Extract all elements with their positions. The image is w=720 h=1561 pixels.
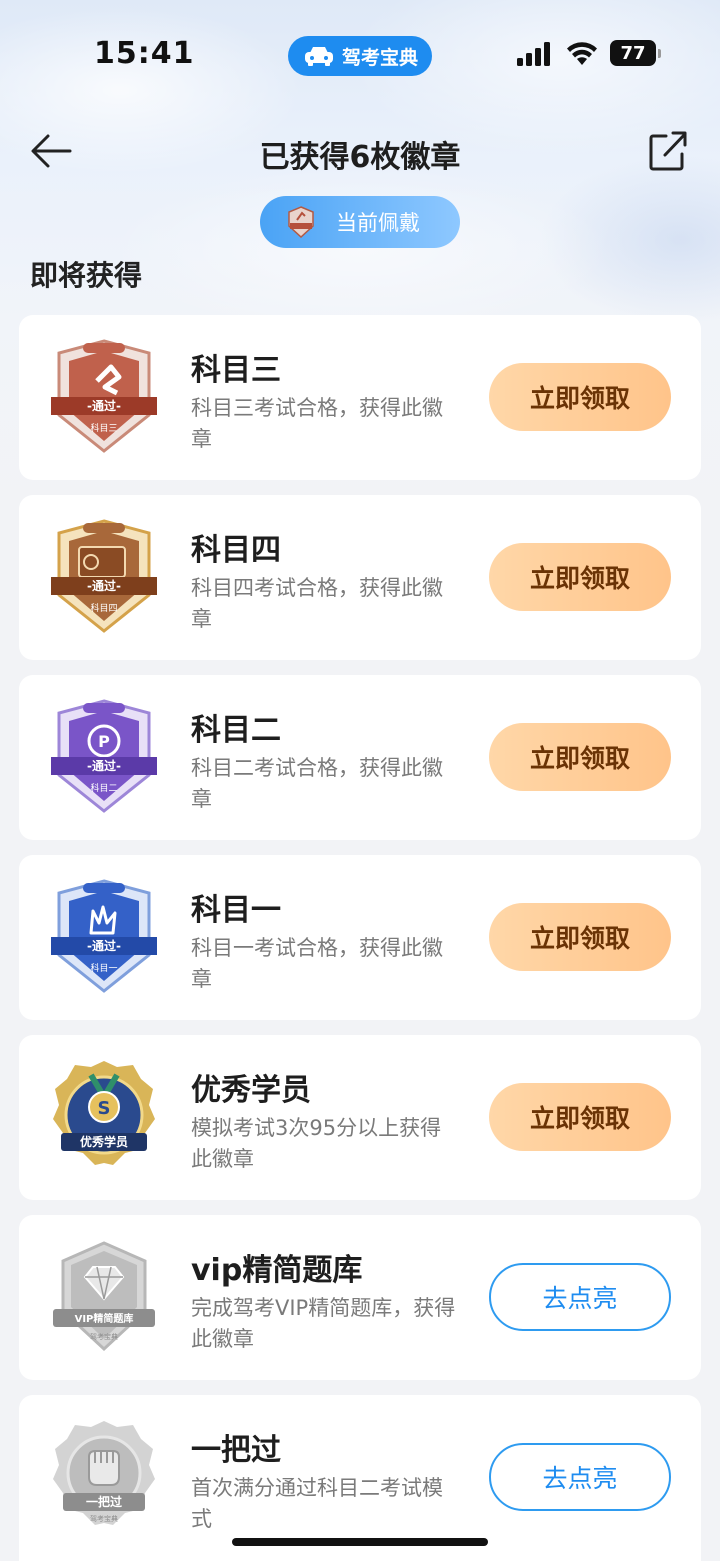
- badge-description: 科目四考试合格，获得此徽章: [191, 576, 443, 631]
- svg-text:驾考宝典: 驾考宝典: [90, 1332, 118, 1341]
- battery-icon: 77: [610, 40, 661, 66]
- status-time: 15:41: [94, 36, 195, 71]
- badge-card-excellent-student: S 优秀学员 优秀学员 模拟考试3次95分以上获得此徽章 立即领取: [19, 1035, 701, 1200]
- subject-four-badge-icon: -通过- 科目四: [51, 519, 157, 633]
- status-bar: 15:41 驾考宝典 77: [0, 0, 720, 100]
- app-name: 驾考宝典: [341, 46, 418, 69]
- badge-description: 模拟考试3次95分以上获得此徽章: [191, 1116, 442, 1171]
- svg-text:S: S: [98, 1098, 111, 1119]
- badge-card-subject-one: -通过- 科目一 科目一 科目一考试合格，获得此徽章 立即领取: [19, 855, 701, 1020]
- battery-level: 77: [620, 42, 646, 64]
- subject-one-badge-icon: -通过- 科目一: [51, 879, 157, 993]
- claim-button[interactable]: 立即领取: [489, 1083, 671, 1151]
- svg-text:科目四: 科目四: [90, 602, 117, 614]
- badge-description: 完成驾考VIP精简题库，获得此徽章: [191, 1296, 456, 1351]
- badge-title: vip精简题库: [191, 1253, 363, 1288]
- claim-button[interactable]: 立即领取: [489, 723, 671, 791]
- claim-button[interactable]: 立即领取: [489, 903, 671, 971]
- excellent-student-badge-icon: S 优秀学员: [53, 1061, 155, 1165]
- badge-title: 科目二: [191, 713, 281, 748]
- claim-button[interactable]: 立即领取: [489, 543, 671, 611]
- badge-title: 一把过: [191, 1433, 281, 1468]
- svg-text:-通过-: -通过-: [87, 938, 121, 953]
- badge-card-subject-three: -通过- 科目三 科目三 科目三考试合格，获得此徽章 立即领取: [19, 315, 701, 480]
- share-icon[interactable]: [648, 130, 688, 172]
- badge-card-subject-two: P -通过- 科目二 科目二 科目二考试合格，获得此徽章 立即领取: [19, 675, 701, 840]
- badge-title: 优秀学员: [191, 1073, 311, 1108]
- badge-description: 科目一考试合格，获得此徽章: [191, 936, 443, 991]
- badge-card-one-pass: 一把过 驾考宝典 一把过 首次满分通过科目二考试模式 去点亮: [19, 1395, 701, 1561]
- vip-question-bank-badge-icon: VIP精简题库 驾考宝典: [53, 1241, 155, 1352]
- subject-three-badge-icon: -通过- 科目三: [51, 339, 157, 453]
- svg-text:科目一: 科目一: [90, 962, 117, 974]
- svg-text:-通过-: -通过-: [87, 578, 121, 593]
- light-up-button[interactable]: 去点亮: [489, 1443, 671, 1511]
- one-pass-badge-icon: 一把过 驾考宝典: [53, 1421, 155, 1525]
- svg-text:VIP精简题库: VIP精简题库: [75, 1312, 134, 1325]
- svg-text:P: P: [98, 732, 110, 751]
- badge-title: 科目四: [191, 533, 281, 568]
- svg-text:优秀学员: 优秀学员: [80, 1134, 128, 1149]
- svg-text:-通过-: -通过-: [87, 398, 121, 413]
- badge-title: 科目三: [191, 353, 281, 388]
- svg-text:-通过-: -通过-: [87, 758, 121, 773]
- svg-text:驾考宝典: 驾考宝典: [90, 1514, 118, 1523]
- svg-text:科目三: 科目三: [90, 422, 117, 434]
- app-indicator-pill[interactable]: 驾考宝典: [288, 36, 432, 76]
- badge-card-subject-four: -通过- 科目四 科目四 科目四考试合格，获得此徽章 立即领取: [19, 495, 701, 660]
- subject-two-badge-icon: P -通过- 科目二: [51, 699, 157, 813]
- badge-description: 科目三考试合格，获得此徽章: [191, 396, 443, 451]
- badge-card-vip-question-bank: VIP精简题库 驾考宝典 vip精简题库 完成驾考VIP精简题库，获得此徽章 去…: [19, 1215, 701, 1380]
- badge-title: 科目一: [191, 893, 281, 928]
- badge-description: 首次满分通过科目二考试模式: [191, 1476, 443, 1531]
- current-badge-label: 当前佩戴: [336, 211, 420, 235]
- svg-text:科目二: 科目二: [90, 782, 117, 794]
- car-icon: [304, 47, 333, 66]
- signal-icon: [517, 42, 550, 66]
- page-title: 已获得6枚徽章: [259, 140, 461, 175]
- home-indicator[interactable]: [232, 1538, 488, 1546]
- light-up-button[interactable]: 去点亮: [489, 1263, 671, 1331]
- badge-description: 科目二考试合格，获得此徽章: [191, 756, 443, 811]
- current-badge-icon: [288, 206, 314, 238]
- claim-button[interactable]: 立即领取: [489, 363, 671, 431]
- section-title: 即将获得: [30, 259, 143, 292]
- current-badge-pill[interactable]: 当前佩戴: [260, 196, 460, 248]
- wifi-icon: [567, 42, 597, 65]
- svg-text:一把过: 一把过: [86, 1494, 122, 1509]
